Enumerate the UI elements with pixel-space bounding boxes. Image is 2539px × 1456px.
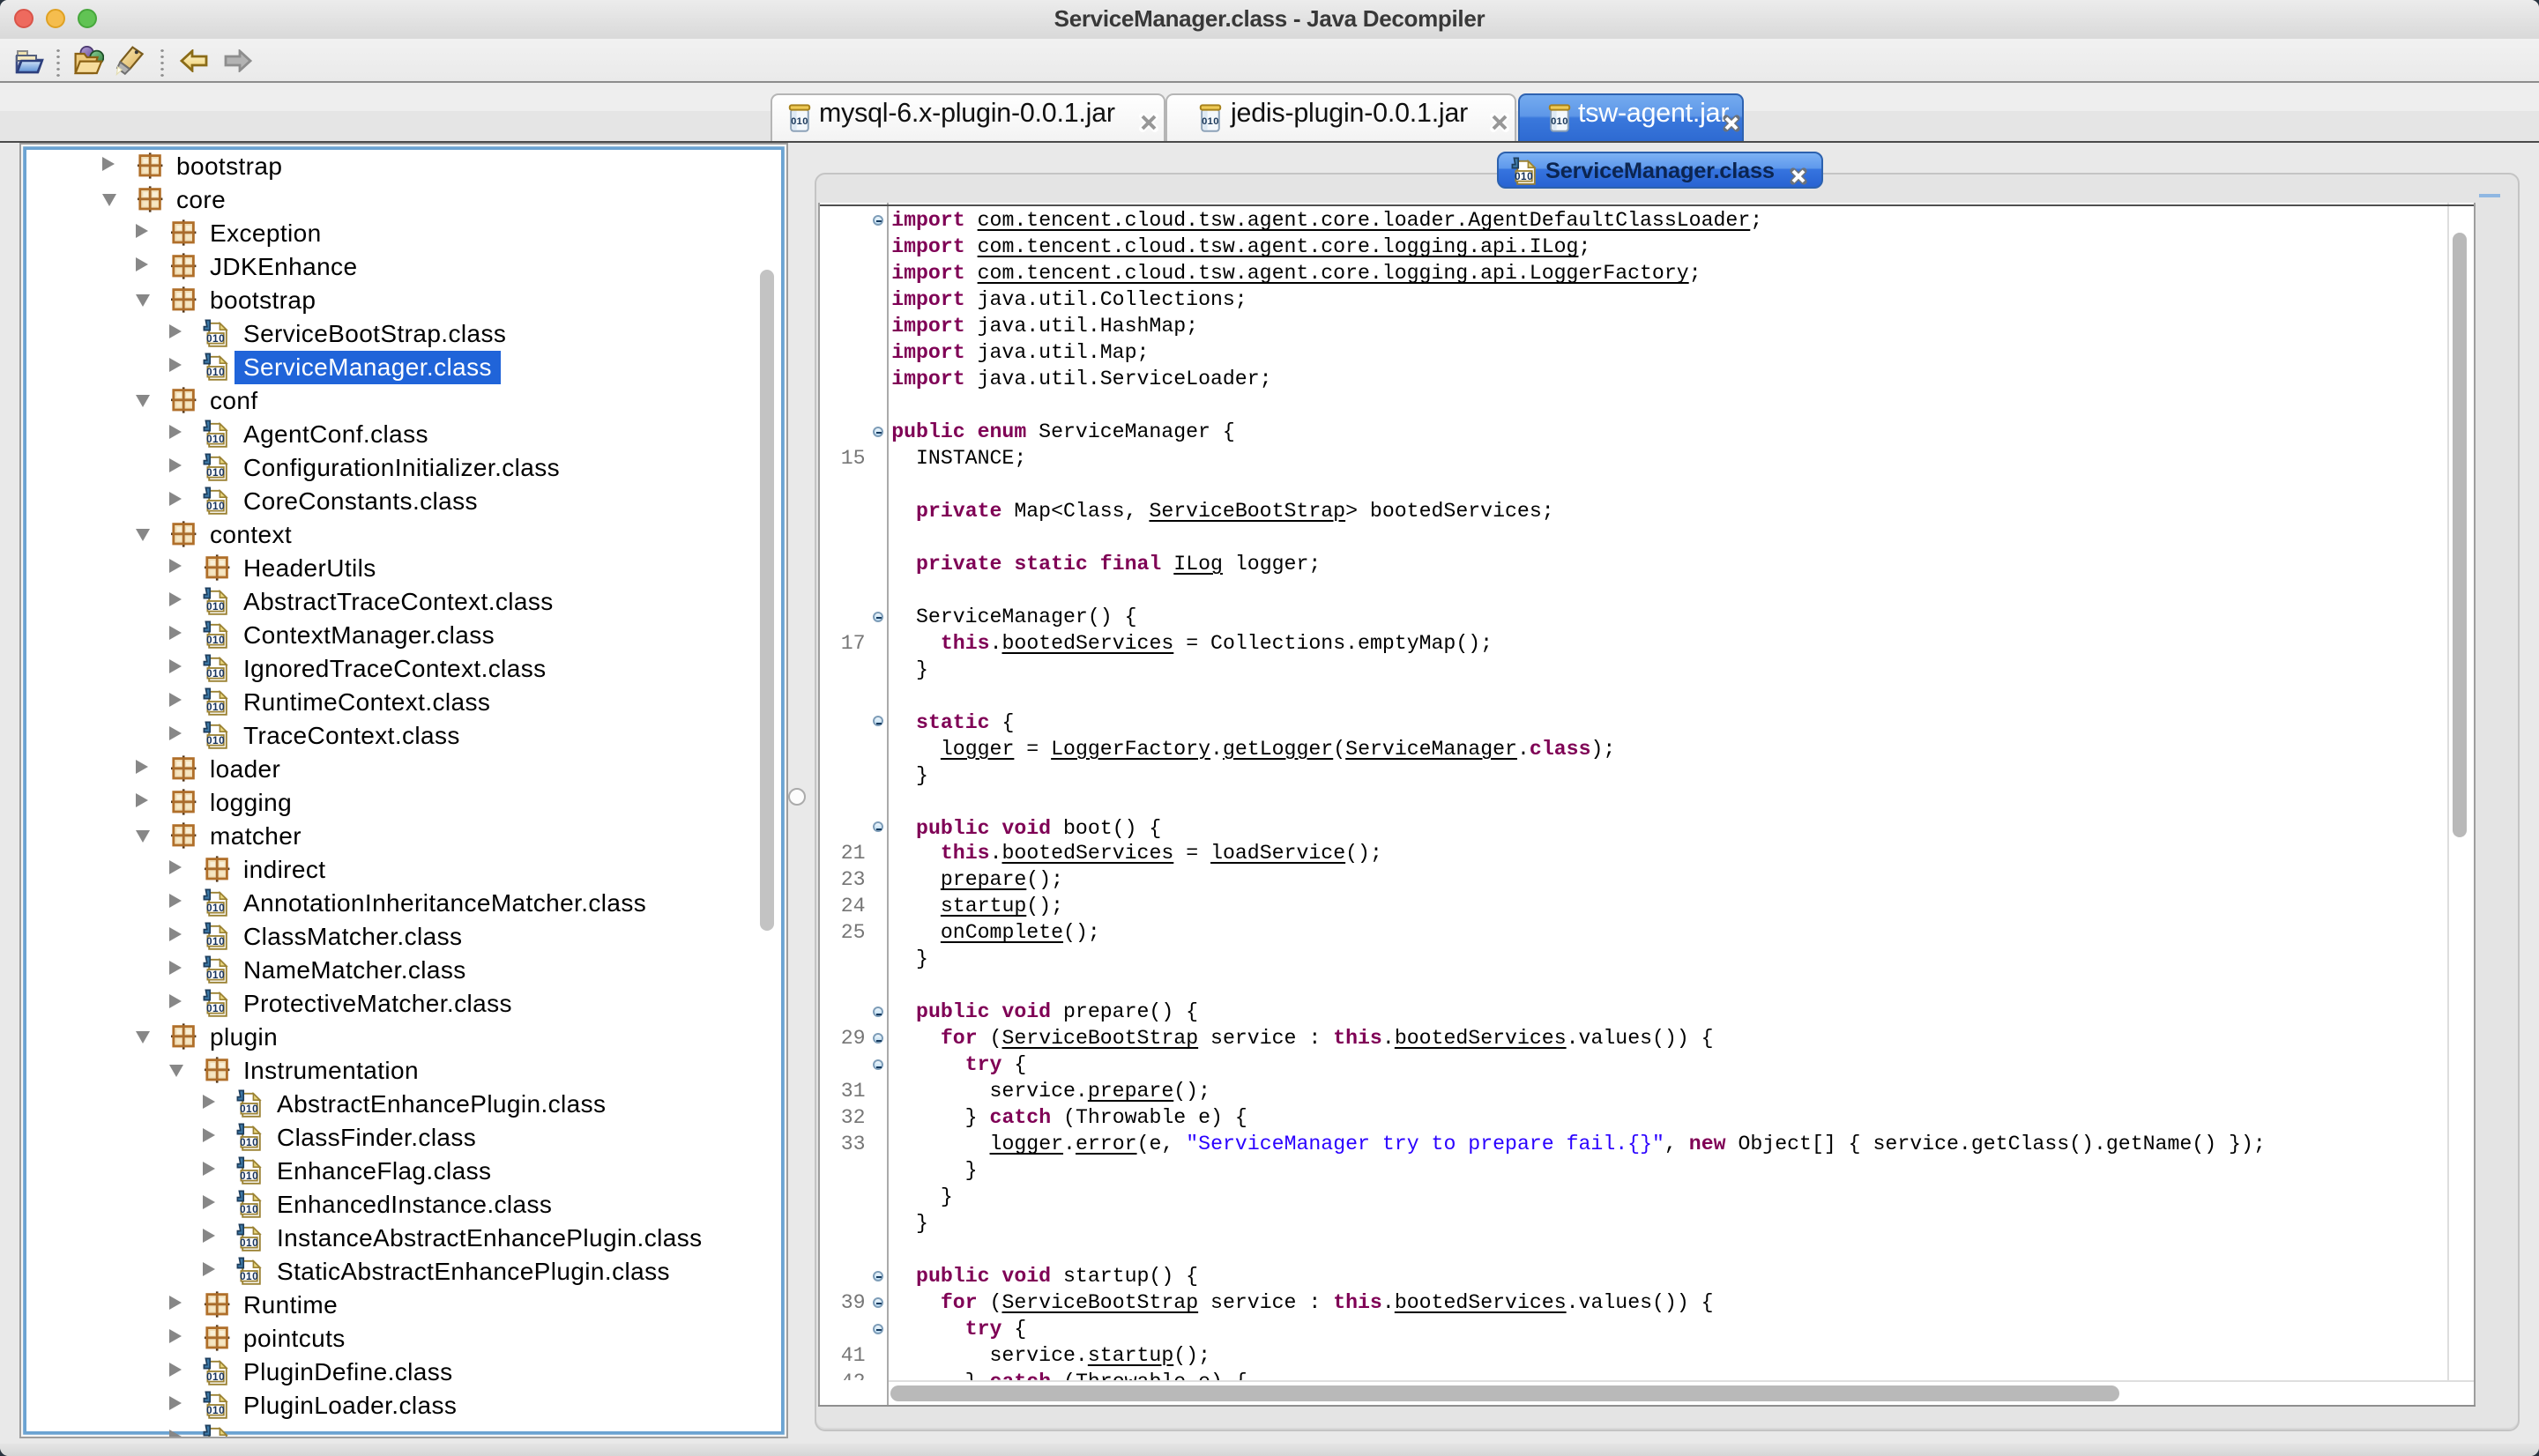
svg-text:010: 010 <box>239 1236 257 1248</box>
svg-text:010: 010 <box>205 666 224 679</box>
svg-text:010: 010 <box>1202 115 1219 126</box>
svg-text:010: 010 <box>205 901 224 913</box>
svg-text:010: 010 <box>1514 170 1532 182</box>
svg-text:010: 010 <box>205 733 224 746</box>
svg-text:010: 010 <box>205 365 224 377</box>
svg-text:010: 010 <box>205 331 224 344</box>
svg-text:010: 010 <box>205 599 224 612</box>
svg-text:010: 010 <box>205 700 224 712</box>
svg-text:010: 010 <box>790 115 808 126</box>
svg-text:010: 010 <box>239 1269 257 1281</box>
svg-text:010: 010 <box>205 1403 224 1415</box>
svg-text:010: 010 <box>205 1001 224 1014</box>
svg-text:010: 010 <box>1551 115 1568 126</box>
svg-text:010: 010 <box>205 934 224 947</box>
svg-text:010: 010 <box>205 968 224 980</box>
svg-text:010: 010 <box>239 1169 257 1181</box>
svg-text:010: 010 <box>205 465 224 478</box>
svg-text:010: 010 <box>239 1102 257 1114</box>
svg-text:010: 010 <box>205 499 224 511</box>
svg-text:010: 010 <box>205 1370 224 1382</box>
svg-text:010: 010 <box>239 1135 257 1148</box>
svg-text:010: 010 <box>205 432 224 444</box>
svg-text:010: 010 <box>239 1202 257 1215</box>
svg-text:010: 010 <box>205 633 224 645</box>
